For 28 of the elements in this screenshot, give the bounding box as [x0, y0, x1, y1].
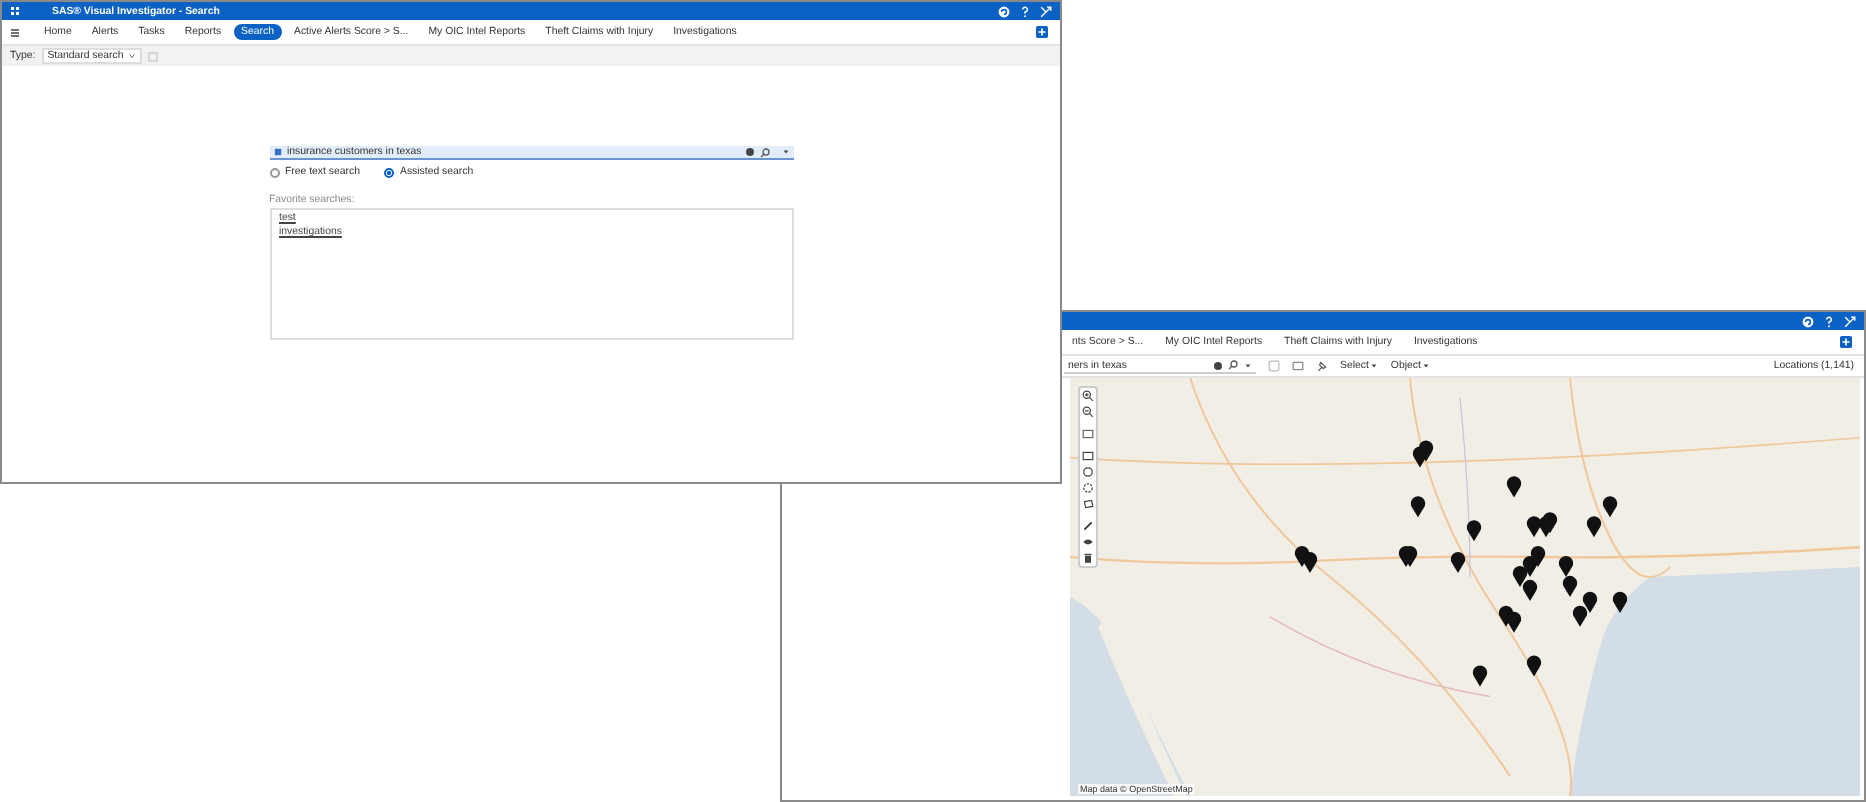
- radio-button[interactable]: [383, 167, 394, 177]
- circle-icon[interactable]: [1082, 482, 1094, 494]
- caret-icon[interactable]: [781, 148, 789, 156]
- caret-icon: [127, 52, 136, 60]
- table-icon[interactable]: [1292, 360, 1304, 372]
- help-icon[interactable]: [1824, 315, 1834, 327]
- search-icon[interactable]: [1228, 360, 1238, 370]
- radio-button[interactable]: [269, 167, 279, 177]
- add-tab-icon[interactable]: [1840, 336, 1852, 348]
- add-tab-icon[interactable]: [1036, 26, 1048, 38]
- zoom-in-icon[interactable]: [1082, 390, 1094, 402]
- zoom-out-icon[interactable]: [1082, 406, 1094, 418]
- pencil-icon[interactable]: [1082, 520, 1094, 532]
- rectangle-icon[interactable]: [1082, 450, 1094, 462]
- menu-icon[interactable]: [10, 27, 20, 37]
- clear-icon[interactable]: [1214, 361, 1222, 369]
- eye-icon[interactable]: [1082, 536, 1094, 548]
- search-icon[interactable]: [759, 147, 769, 157]
- caret-icon[interactable]: [1244, 361, 1252, 369]
- clear-icon[interactable]: [745, 148, 753, 156]
- grid-icon[interactable]: [10, 6, 20, 16]
- circle-icon[interactable]: [1082, 466, 1094, 478]
- extent-icon[interactable]: [1082, 428, 1094, 440]
- refresh-icon[interactable]: [1802, 315, 1814, 327]
- refresh-icon[interactable]: [998, 5, 1010, 17]
- trash-icon[interactable]: [1082, 552, 1094, 564]
- polygon-icon[interactable]: [1082, 498, 1094, 510]
- help-icon[interactable]: [1020, 5, 1030, 17]
